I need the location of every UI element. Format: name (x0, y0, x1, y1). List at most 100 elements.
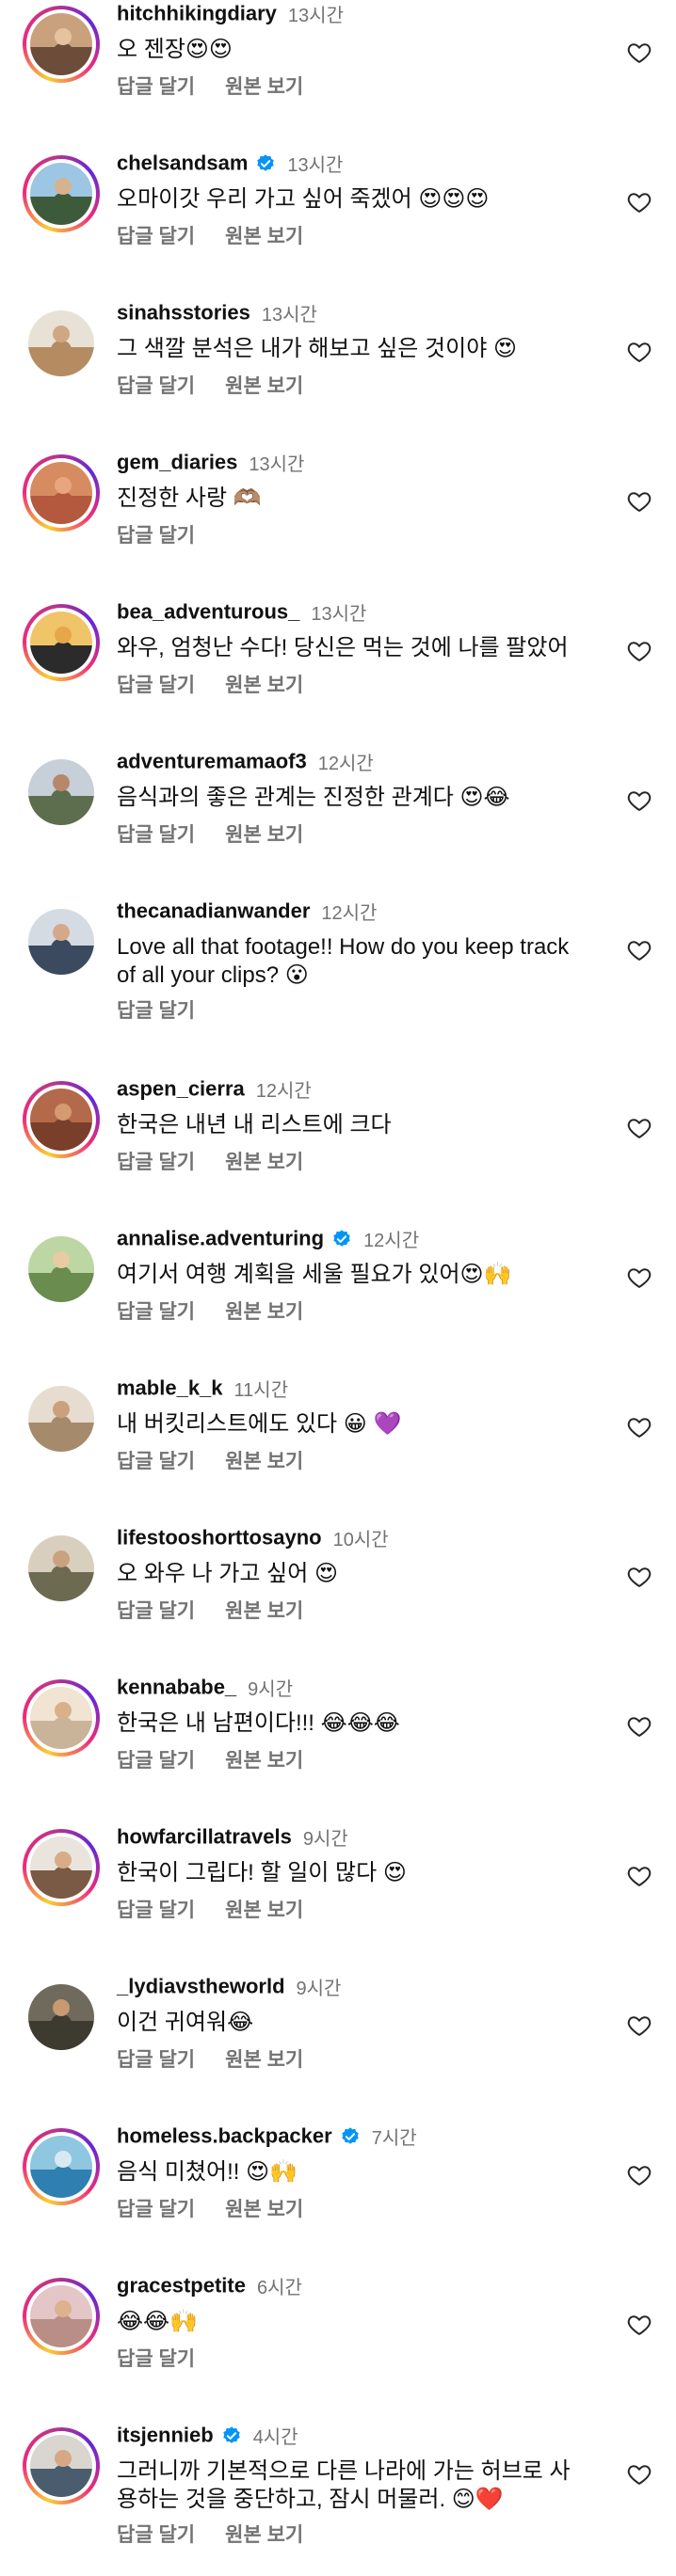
view-original-button[interactable]: 원본 보기 (225, 1900, 303, 1921)
reply-button[interactable]: 답글 달기 (117, 1451, 195, 1472)
username[interactable]: itsjennieb (117, 2424, 214, 2447)
reply-button[interactable]: 답글 달기 (117, 226, 195, 247)
like-heart-icon[interactable] (625, 1713, 653, 1740)
reply-button[interactable]: 답글 달기 (117, 824, 195, 846)
like-heart-icon[interactable] (625, 937, 653, 963)
reply-button[interactable]: 답글 달기 (117, 375, 195, 397)
view-original-button[interactable]: 원본 보기 (225, 675, 303, 696)
like-heart-icon[interactable] (625, 488, 653, 515)
view-original-button[interactable]: 원본 보기 (225, 226, 303, 247)
like-heart-icon[interactable] (625, 2162, 653, 2188)
avatar[interactable] (23, 1829, 100, 1906)
avatar[interactable] (23, 2278, 100, 2355)
username[interactable]: gem_diaries (117, 451, 237, 474)
username[interactable]: adventuremamaof3 (117, 750, 307, 773)
avatar[interactable] (23, 754, 100, 831)
view-original-button[interactable]: 원본 보기 (225, 1152, 303, 1173)
view-original-button[interactable]: 원본 보기 (225, 1451, 303, 1472)
reply-button[interactable]: 답글 달기 (117, 76, 195, 98)
username[interactable]: lifestooshorttosayno (117, 1526, 322, 1550)
like-heart-icon[interactable] (625, 2461, 653, 2488)
like-heart-icon[interactable] (625, 40, 653, 66)
avatar[interactable] (23, 155, 100, 232)
username[interactable]: homeless.backpacker (117, 2124, 332, 2148)
view-original-button[interactable]: 원본 보기 (225, 76, 303, 98)
avatar-photo (30, 1837, 92, 1899)
avatar-frame (28, 909, 94, 975)
username[interactable]: bea_adventurous_ (117, 600, 299, 624)
like-heart-icon[interactable] (625, 2012, 653, 2039)
avatar[interactable] (23, 6, 100, 83)
like-heart-icon[interactable] (625, 1414, 653, 1440)
comment-header: aspen_cierra 12시간 (117, 1075, 312, 1104)
avatar-person-body (53, 193, 73, 219)
username[interactable]: hitchhikingdiary (117, 2, 277, 25)
avatar-person-body (51, 341, 72, 367)
username[interactable]: howfarcillatravels (117, 1825, 292, 1849)
like-heart-icon[interactable] (625, 1564, 653, 1590)
reply-button[interactable]: 답글 달기 (117, 1301, 195, 1323)
comment-header: gem_diaries 13시간 (117, 449, 304, 477)
username[interactable]: aspen_cierra (117, 1077, 245, 1101)
username[interactable]: mable_k_k (117, 1376, 223, 1400)
avatar[interactable] (23, 604, 100, 681)
view-original-button[interactable]: 원본 보기 (225, 2049, 303, 2071)
view-original-button[interactable]: 원본 보기 (225, 1301, 303, 1323)
avatar-photo (30, 2285, 92, 2347)
like-heart-icon[interactable] (625, 1264, 653, 1291)
avatar[interactable] (23, 1679, 100, 1757)
avatar[interactable] (23, 2427, 100, 2504)
like-heart-icon[interactable] (625, 1863, 653, 1889)
avatar[interactable] (23, 454, 100, 532)
view-original-button[interactable]: 원본 보기 (225, 824, 303, 846)
comment-timestamp: 12시간 (321, 903, 378, 924)
reply-button[interactable]: 답글 달기 (117, 1750, 195, 1772)
username[interactable]: sinahsstories (117, 301, 250, 325)
username[interactable]: kennababe_ (117, 1676, 236, 1699)
avatar-person-body (53, 2465, 73, 2491)
avatar[interactable] (23, 1380, 100, 1457)
reply-button[interactable]: 답글 달기 (117, 2348, 195, 2370)
avatar[interactable] (23, 1231, 100, 1308)
view-original-button[interactable]: 원본 보기 (225, 2199, 303, 2220)
username[interactable]: gracestpetite (117, 2274, 246, 2298)
comment-header: lifestooshorttosayno 10시간 (117, 1524, 389, 1552)
view-original-button[interactable]: 원본 보기 (225, 1750, 303, 1772)
comment-actions: 답글 달기 원본 보기 (117, 2520, 333, 2546)
avatar-person-body (53, 642, 73, 668)
avatar-frame (28, 759, 94, 825)
avatar[interactable] (23, 305, 100, 382)
avatar-frame (28, 1236, 94, 1302)
avatar[interactable] (23, 1979, 100, 2056)
reply-button[interactable]: 답글 달기 (117, 1900, 195, 1921)
avatar[interactable] (23, 903, 100, 980)
avatar[interactable] (23, 1081, 100, 1158)
view-original-button[interactable]: 원본 보기 (225, 1600, 303, 1622)
reply-button[interactable]: 답글 달기 (117, 1600, 195, 1622)
username[interactable]: annalise.adventuring (117, 1227, 324, 1250)
like-heart-icon[interactable] (625, 2312, 653, 2338)
username[interactable]: chelsandsam (117, 151, 248, 175)
like-heart-icon[interactable] (625, 638, 653, 664)
reply-button[interactable]: 답글 달기 (117, 1152, 195, 1173)
username[interactable]: thecanadianwander (117, 899, 310, 923)
avatar[interactable] (23, 1530, 100, 1607)
like-heart-icon[interactable] (625, 1115, 653, 1141)
avatar[interactable] (23, 2128, 100, 2205)
avatar-frame (26, 1085, 96, 1154)
username[interactable]: _lydiavstheworld (117, 1975, 285, 1998)
reply-button[interactable]: 답글 달기 (117, 525, 195, 547)
like-heart-icon[interactable] (625, 339, 653, 365)
avatar-person-face (55, 178, 72, 195)
comment-timestamp: 4시간 (252, 2427, 298, 2448)
view-original-button[interactable]: 원본 보기 (225, 2524, 303, 2546)
reply-button[interactable]: 답글 달기 (117, 2199, 195, 2220)
like-heart-icon[interactable] (625, 189, 653, 215)
reply-button[interactable]: 답글 달기 (117, 1000, 195, 1022)
reply-button[interactable]: 답글 달기 (117, 2524, 195, 2546)
like-heart-icon[interactable] (625, 787, 653, 814)
reply-button[interactable]: 답글 달기 (117, 2049, 195, 2071)
comment-text: 😂😂🙌 (117, 2309, 198, 2334)
reply-button[interactable]: 답글 달기 (117, 675, 195, 696)
view-original-button[interactable]: 원본 보기 (225, 375, 303, 397)
